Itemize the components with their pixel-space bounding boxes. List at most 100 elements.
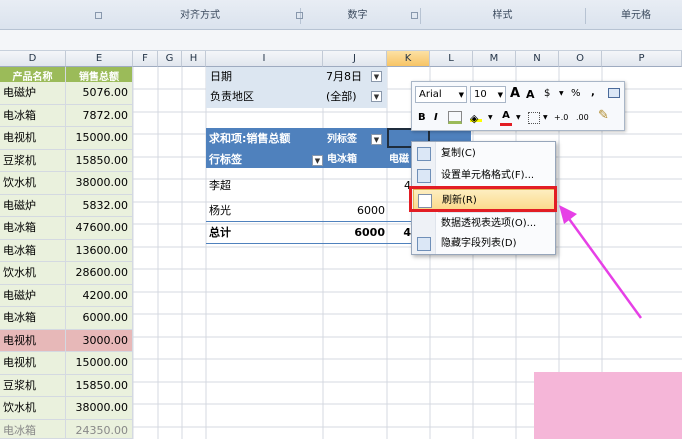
cell-sales[interactable]: 24350.00 (66, 419, 133, 439)
column-header-i[interactable]: I (206, 51, 323, 67)
cell-sales[interactable]: 15850.00 (66, 374, 133, 397)
dropdown-arrow-icon[interactable]: ▼ (371, 134, 382, 145)
column-header-p[interactable]: P (602, 51, 682, 67)
dialog-launcher-icon[interactable] (411, 12, 418, 19)
cell-product[interactable]: 电磁炉 (0, 284, 66, 307)
menu-item-hide-field-list[interactable]: 隐藏字段列表(D) (413, 233, 555, 255)
column-header-f[interactable]: F (133, 51, 158, 67)
menu-item-format-cells[interactable]: 设置单元格格式(F)... (413, 165, 555, 187)
cell-product[interactable]: 电视机 (0, 127, 66, 150)
cell-sales[interactable]: 15000.00 (66, 127, 133, 150)
pivot-value[interactable]: 4 (387, 176, 411, 196)
increase-decimal-icon[interactable]: +.0 (554, 110, 568, 126)
borders-icon[interactable] (528, 112, 540, 124)
cell-sales[interactable]: 47600.00 (66, 217, 133, 240)
cell-sales[interactable]: 4200.00 (66, 284, 133, 307)
pivot-values-title: 求和项:销售总额 (209, 132, 291, 145)
dropdown-arrow-icon[interactable]: ▼ (371, 91, 382, 102)
cell-product[interactable]: 饮水机 (0, 397, 66, 420)
dialog-launcher-icon[interactable] (296, 12, 303, 19)
pivot-filter-region-value[interactable]: (全部) (326, 87, 357, 107)
font-color-icon[interactable]: A (500, 108, 512, 126)
cell-sales[interactable]: 15850.00 (66, 149, 133, 172)
cell-sales[interactable]: 5076.00 (66, 82, 133, 105)
cell-product[interactable]: 电冰箱 (0, 217, 66, 240)
column-header-k[interactable]: K (387, 51, 430, 67)
column-header-m[interactable]: M (473, 51, 516, 67)
column-header-l[interactable]: L (430, 51, 473, 67)
cell-product[interactable]: 电视机 (0, 352, 66, 375)
bold-button[interactable]: B (418, 110, 426, 126)
column-header-h[interactable]: H (182, 51, 206, 67)
cell-product[interactable]: 电冰箱 (0, 419, 66, 439)
align-center-icon[interactable] (448, 111, 462, 124)
fill-color-icon[interactable]: ◈ (470, 112, 482, 125)
cell-sales[interactable]: 7872.00 (66, 104, 133, 127)
cell-sales[interactable]: 5832.00 (66, 194, 133, 217)
cell-sales[interactable]: 6000.00 (66, 307, 133, 330)
comma-style-icon[interactable]: , (591, 85, 595, 101)
pivot-total-label: 总计 (209, 226, 231, 239)
ribbon-separator (420, 8, 421, 24)
pivot-row-label[interactable]: 杨光 (209, 201, 231, 221)
cell-product[interactable]: 豆浆机 (0, 374, 66, 397)
mini-toolbar: Arial ▼ 10 ▼ A A $ ▼ % , B I ◈ ▼ A ▼ ▼ +… (411, 81, 625, 131)
dropdown-arrow-icon[interactable]: ▼ (312, 155, 323, 166)
pivot-value[interactable]: 6000 (323, 201, 385, 221)
pivot-filter-region-label: 负责地区 (210, 90, 254, 103)
cell-product[interactable]: 饮水机 (0, 172, 66, 195)
column-header-o[interactable]: O (559, 51, 602, 67)
column-header-g[interactable]: G (158, 51, 182, 67)
cell-sales[interactable]: 3000.00 (66, 329, 133, 352)
font-name-value: Arial (419, 89, 442, 100)
cell-sales[interactable]: 38000.00 (66, 172, 133, 195)
decrease-decimal-icon[interactable]: .00 (576, 110, 589, 126)
cell-product[interactable]: 电冰箱 (0, 307, 66, 330)
menu-item-label: 复制(C) (441, 148, 476, 159)
column-header-n[interactable]: N (516, 51, 559, 67)
pivot-total-value[interactable]: 4 (387, 223, 411, 243)
chevron-down-icon[interactable]: ▼ (498, 87, 503, 103)
font-size-combo[interactable]: 10 ▼ (470, 86, 506, 103)
corner-overlay-block (534, 372, 682, 439)
cell-product[interactable]: 电冰箱 (0, 239, 66, 262)
chevron-down-icon[interactable]: ▼ (459, 87, 464, 103)
ribbon-group-alignment[interactable]: 对齐方式 (105, 8, 295, 24)
format-painter-icon[interactable]: ✎ (598, 108, 609, 124)
cell-sales[interactable]: 15000.00 (66, 352, 133, 375)
cell-sales[interactable]: 28600.00 (66, 262, 133, 285)
cell-product[interactable]: 电视机 (0, 329, 66, 352)
menu-item-copy[interactable]: 复制(C) (413, 143, 555, 165)
grow-font-icon[interactable]: A (510, 86, 520, 102)
chevron-down-icon[interactable]: ▼ (488, 110, 493, 126)
cell-product[interactable]: 豆浆机 (0, 149, 66, 172)
font-name-combo[interactable]: Arial ▼ (415, 86, 467, 103)
chevron-down-icon[interactable]: ▼ (516, 110, 521, 126)
cell-sales[interactable]: 38000.00 (66, 397, 133, 420)
currency-icon[interactable]: $ (544, 86, 550, 102)
chevron-down-icon[interactable]: ▼ (559, 86, 564, 102)
cell-product[interactable]: 电磁炉 (0, 82, 66, 105)
cell-product[interactable]: 饮水机 (0, 262, 66, 285)
pivot-row-label[interactable]: 李超 (209, 176, 231, 196)
ribbon-group-cells[interactable]: 单元格 (590, 8, 682, 24)
chevron-down-icon[interactable]: ▼ (543, 110, 548, 126)
merge-cells-icon[interactable] (608, 88, 620, 98)
column-header-e[interactable]: E (66, 51, 133, 67)
column-header-d[interactable]: D (0, 51, 66, 67)
ribbon-group-styles[interactable]: 样式 (425, 8, 580, 24)
percent-icon[interactable]: % (571, 86, 581, 102)
menu-item-label: 设置单元格格式(F)... (441, 170, 535, 181)
shrink-font-icon[interactable]: A (526, 87, 535, 103)
italic-button[interactable]: I (434, 110, 438, 126)
filter-applied-icon[interactable]: ▼ (371, 71, 382, 82)
ribbon-group-number[interactable]: 数字 (305, 8, 410, 24)
cell-product[interactable]: 电磁炉 (0, 194, 66, 217)
pivot-filter-date-value[interactable]: 7月8日 (326, 67, 362, 87)
cell-sales[interactable]: 13600.00 (66, 239, 133, 262)
dialog-launcher-icon[interactable] (95, 12, 102, 19)
pivot-total-value[interactable]: 6000 (323, 223, 385, 243)
column-header-j[interactable]: J (323, 51, 387, 67)
cell-product[interactable]: 电冰箱 (0, 104, 66, 127)
menu-item-pivot-options[interactable]: 数据透视表选项(O)... (413, 213, 555, 235)
